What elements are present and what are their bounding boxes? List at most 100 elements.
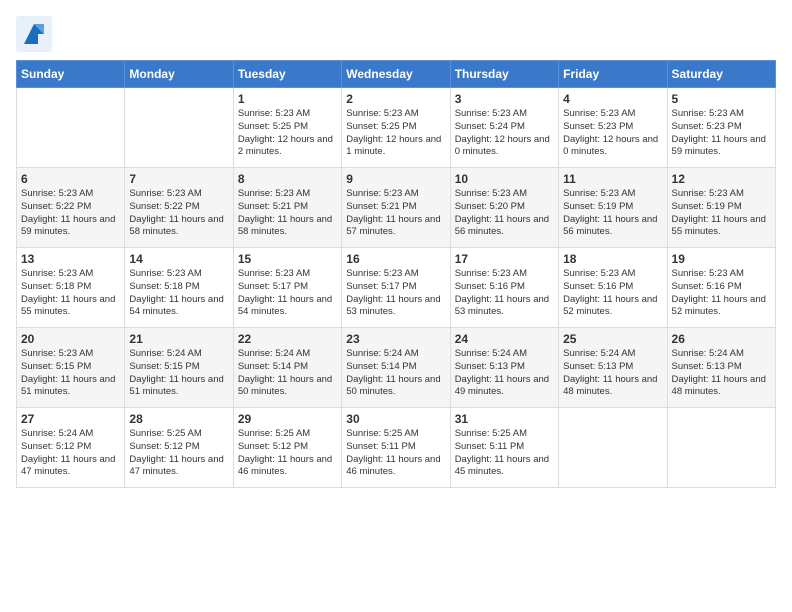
calendar-week-row: 1 Sunrise: 5:23 AM Sunset: 5:25 PM Daylig… <box>17 88 776 168</box>
calendar-cell: 24 Sunrise: 5:24 AM Sunset: 5:13 PM Dayli… <box>450 328 558 408</box>
cell-info: Sunrise: 5:24 AM Sunset: 5:14 PM Dayligh… <box>346 348 445 399</box>
calendar-cell: 25 Sunrise: 5:24 AM Sunset: 5:13 PM Dayli… <box>559 328 667 408</box>
calendar-cell: 4Sunrise: 5:23 AM Sunset: 5:23 PM Daylig… <box>559 88 667 168</box>
day-number: 25 <box>563 332 662 346</box>
day-number: 26 <box>672 332 771 346</box>
calendar-cell <box>17 88 125 168</box>
day-number: 3 <box>455 92 554 106</box>
logo-icon <box>16 16 52 52</box>
day-number: 10 <box>455 172 554 186</box>
day-number: 7 <box>129 172 228 186</box>
calendar-cell: 22 Sunrise: 5:24 AM Sunset: 5:14 PM Dayli… <box>233 328 341 408</box>
day-number: 23 <box>346 332 445 346</box>
day-number: 12 <box>672 172 771 186</box>
cell-info: Sunrise: 5:23 AM Sunset: 5:17 PM Dayligh… <box>346 268 445 319</box>
cell-info: Sunrise: 5:25 AM Sunset: 5:11 PM Dayligh… <box>346 428 445 479</box>
cell-info: Sunrise: 5:23 AM Sunset: 5:16 PM Dayligh… <box>563 268 662 319</box>
calendar-cell: 21 Sunrise: 5:24 AM Sunset: 5:15 PM Dayli… <box>125 328 233 408</box>
page-header <box>16 16 776 52</box>
cell-info: Sunrise: 5:25 AM Sunset: 5:11 PM Dayligh… <box>455 428 554 479</box>
calendar-cell: 29 Sunrise: 5:25 AM Sunset: 5:12 PM Dayli… <box>233 408 341 488</box>
day-number: 6 <box>21 172 120 186</box>
calendar-cell: 13 Sunrise: 5:23 AM Sunset: 5:18 PM Dayli… <box>17 248 125 328</box>
cell-info: Sunrise: 5:23 AM Sunset: 5:21 PM Dayligh… <box>238 188 337 239</box>
day-number: 19 <box>672 252 771 266</box>
calendar-week-row: 27Sunrise: 5:24 AM Sunset: 5:12 PM Dayli… <box>17 408 776 488</box>
day-number: 28 <box>129 412 228 426</box>
day-header-wednesday: Wednesday <box>342 61 450 88</box>
day-number: 29 <box>238 412 337 426</box>
cell-info: Sunrise: 5:23 AM Sunset: 5:25 PM Dayligh… <box>346 108 445 159</box>
day-header-saturday: Saturday <box>667 61 775 88</box>
day-number: 22 <box>238 332 337 346</box>
calendar-week-row: 6 Sunrise: 5:23 AM Sunset: 5:22 PM Daylig… <box>17 168 776 248</box>
day-number: 27 <box>21 412 120 426</box>
calendar-cell: 15 Sunrise: 5:23 AM Sunset: 5:17 PM Dayli… <box>233 248 341 328</box>
cell-info: Sunrise: 5:24 AM Sunset: 5:13 PM Dayligh… <box>455 348 554 399</box>
calendar-cell: 8 Sunrise: 5:23 AM Sunset: 5:21 PM Daylig… <box>233 168 341 248</box>
calendar-table: SundayMondayTuesdayWednesdayThursdayFrid… <box>16 60 776 488</box>
day-number: 1 <box>238 92 337 106</box>
calendar-cell: 31Sunrise: 5:25 AM Sunset: 5:11 PM Dayli… <box>450 408 558 488</box>
day-number: 4 <box>563 92 662 106</box>
day-number: 18 <box>563 252 662 266</box>
cell-info: Sunrise: 5:23 AM Sunset: 5:19 PM Dayligh… <box>563 188 662 239</box>
cell-info: Sunrise: 5:24 AM Sunset: 5:13 PM Dayligh… <box>672 348 771 399</box>
day-number: 15 <box>238 252 337 266</box>
calendar-cell <box>559 408 667 488</box>
cell-info: Sunrise: 5:23 AM Sunset: 5:19 PM Dayligh… <box>672 188 771 239</box>
cell-info: Sunrise: 5:23 AM Sunset: 5:20 PM Dayligh… <box>455 188 554 239</box>
calendar-cell: 10 Sunrise: 5:23 AM Sunset: 5:20 PM Dayli… <box>450 168 558 248</box>
calendar-cell <box>125 88 233 168</box>
day-number: 17 <box>455 252 554 266</box>
cell-info: Sunrise: 5:23 AM Sunset: 5:16 PM Dayligh… <box>455 268 554 319</box>
day-number: 30 <box>346 412 445 426</box>
calendar-cell: 16 Sunrise: 5:23 AM Sunset: 5:17 PM Dayli… <box>342 248 450 328</box>
calendar-cell <box>667 408 775 488</box>
cell-info: Sunrise: 5:23 AM Sunset: 5:16 PM Dayligh… <box>672 268 771 319</box>
day-number: 2 <box>346 92 445 106</box>
calendar-cell: 28 Sunrise: 5:25 AM Sunset: 5:12 PM Dayli… <box>125 408 233 488</box>
calendar-cell: 6 Sunrise: 5:23 AM Sunset: 5:22 PM Daylig… <box>17 168 125 248</box>
day-number: 21 <box>129 332 228 346</box>
calendar-cell: 30 Sunrise: 5:25 AM Sunset: 5:11 PM Dayli… <box>342 408 450 488</box>
calendar-cell: 26 Sunrise: 5:24 AM Sunset: 5:13 PM Dayli… <box>667 328 775 408</box>
logo <box>16 16 56 52</box>
cell-info: Sunrise: 5:24 AM Sunset: 5:14 PM Dayligh… <box>238 348 337 399</box>
cell-info: Sunrise: 5:25 AM Sunset: 5:12 PM Dayligh… <box>129 428 228 479</box>
calendar-cell: 5Sunrise: 5:23 AM Sunset: 5:23 PM Daylig… <box>667 88 775 168</box>
cell-info: Sunrise: 5:24 AM Sunset: 5:13 PM Dayligh… <box>563 348 662 399</box>
day-header-monday: Monday <box>125 61 233 88</box>
day-header-tuesday: Tuesday <box>233 61 341 88</box>
cell-info: Sunrise: 5:23 AM Sunset: 5:17 PM Dayligh… <box>238 268 337 319</box>
cell-info: Sunrise: 5:23 AM Sunset: 5:15 PM Dayligh… <box>21 348 120 399</box>
calendar-cell: 18 Sunrise: 5:23 AM Sunset: 5:16 PM Dayli… <box>559 248 667 328</box>
calendar-header-row: SundayMondayTuesdayWednesdayThursdayFrid… <box>17 61 776 88</box>
day-number: 14 <box>129 252 228 266</box>
day-header-thursday: Thursday <box>450 61 558 88</box>
day-number: 13 <box>21 252 120 266</box>
calendar-cell: 11Sunrise: 5:23 AM Sunset: 5:19 PM Dayli… <box>559 168 667 248</box>
cell-info: Sunrise: 5:23 AM Sunset: 5:22 PM Dayligh… <box>129 188 228 239</box>
cell-info: Sunrise: 5:23 AM Sunset: 5:24 PM Dayligh… <box>455 108 554 159</box>
day-number: 24 <box>455 332 554 346</box>
calendar-cell: 2 Sunrise: 5:23 AM Sunset: 5:25 PM Daylig… <box>342 88 450 168</box>
calendar-week-row: 13 Sunrise: 5:23 AM Sunset: 5:18 PM Dayli… <box>17 248 776 328</box>
day-number: 8 <box>238 172 337 186</box>
calendar-cell: 12 Sunrise: 5:23 AM Sunset: 5:19 PM Dayli… <box>667 168 775 248</box>
cell-info: Sunrise: 5:24 AM Sunset: 5:15 PM Dayligh… <box>129 348 228 399</box>
day-number: 5 <box>672 92 771 106</box>
cell-info: Sunrise: 5:23 AM Sunset: 5:18 PM Dayligh… <box>21 268 120 319</box>
day-number: 20 <box>21 332 120 346</box>
day-header-sunday: Sunday <box>17 61 125 88</box>
cell-info: Sunrise: 5:23 AM Sunset: 5:22 PM Dayligh… <box>21 188 120 239</box>
calendar-cell: 27Sunrise: 5:24 AM Sunset: 5:12 PM Dayli… <box>17 408 125 488</box>
cell-info: Sunrise: 5:23 AM Sunset: 5:18 PM Dayligh… <box>129 268 228 319</box>
calendar-week-row: 20 Sunrise: 5:23 AM Sunset: 5:15 PM Dayli… <box>17 328 776 408</box>
cell-info: Sunrise: 5:25 AM Sunset: 5:12 PM Dayligh… <box>238 428 337 479</box>
calendar-cell: 23 Sunrise: 5:24 AM Sunset: 5:14 PM Dayli… <box>342 328 450 408</box>
cell-info: Sunrise: 5:23 AM Sunset: 5:25 PM Dayligh… <box>238 108 337 159</box>
cell-info: Sunrise: 5:23 AM Sunset: 5:21 PM Dayligh… <box>346 188 445 239</box>
calendar-cell: 17 Sunrise: 5:23 AM Sunset: 5:16 PM Dayli… <box>450 248 558 328</box>
day-number: 16 <box>346 252 445 266</box>
